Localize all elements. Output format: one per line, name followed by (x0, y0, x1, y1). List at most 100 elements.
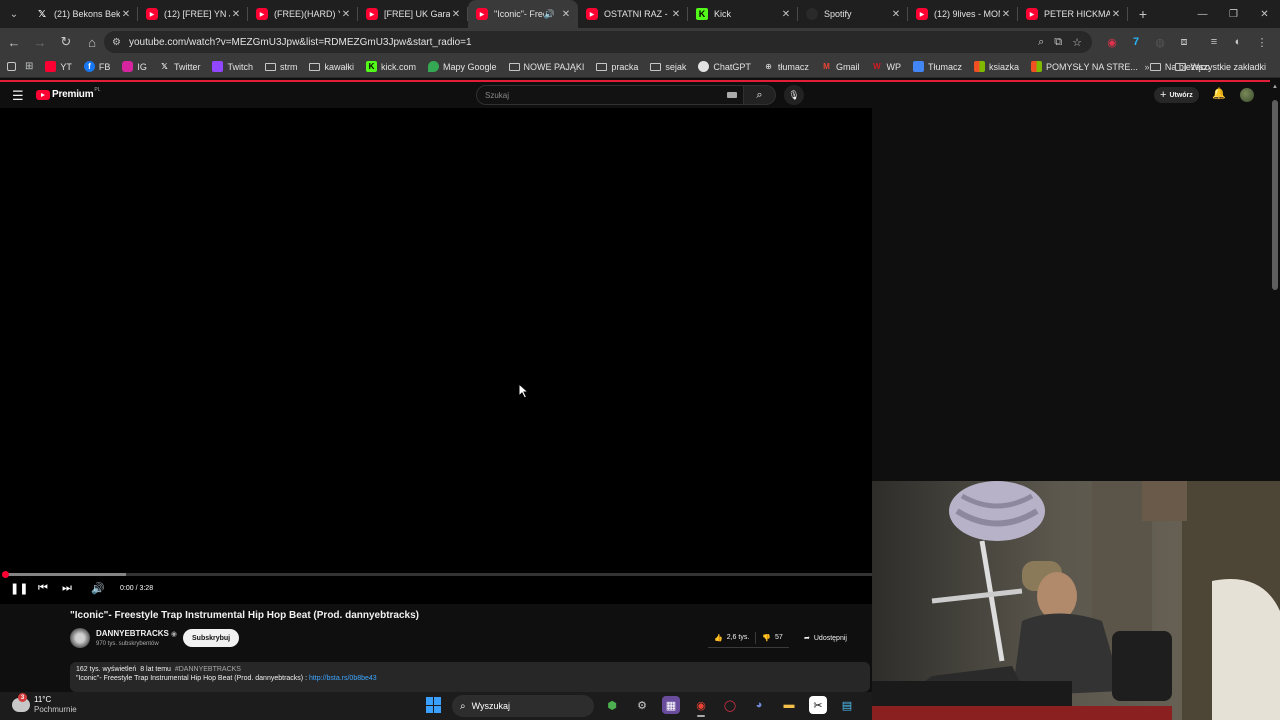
bookmark-item[interactable]: ksiazka (968, 58, 1025, 76)
home-icon[interactable]: ⌂ (80, 30, 104, 54)
opera-icon[interactable]: ◯ (721, 696, 739, 714)
extensions-puzzle-icon[interactable]: ⧈ (1172, 36, 1196, 49)
notepad-icon[interactable]: ▤ (838, 696, 856, 714)
bookmark-item[interactable]: Tłumacz (907, 58, 968, 76)
browser-tab[interactable]: ▶ (12) 9lives - MON ✕ (908, 0, 1018, 28)
share-button[interactable]: ➦ Udostępnij (798, 628, 853, 648)
app-shield-icon[interactable]: ⬢ (603, 696, 621, 714)
capcut-icon[interactable]: ✂ (809, 696, 827, 714)
bookmark-item[interactable]: YT (39, 58, 78, 76)
bookmark-item[interactable]: Mapy Google (422, 58, 503, 76)
description-link[interactable]: http://bsta.rs/0b8be43 (309, 675, 377, 682)
bookmark-star-icon[interactable]: ☆ (1072, 36, 1082, 49)
browser-tab[interactable]: ▶ PETER HICKMAN✕ (1018, 0, 1128, 28)
discord-icon[interactable]: ◕ (750, 696, 768, 714)
youtube-premium-logo[interactable]: Premium PL (36, 87, 101, 100)
tab-close-icon[interactable]: ✕ (560, 9, 572, 20)
7tv-extension-icon[interactable]: 7 (1124, 36, 1148, 48)
browser-tab[interactable]: ▶ (12) [FREE] YN Jay✕ (138, 0, 248, 28)
apps-grid-icon[interactable]: ⊞ (19, 58, 39, 76)
previous-icon[interactable]: ⏮ (38, 582, 48, 595)
subscribe-button[interactable]: Subskrybuj (183, 629, 240, 647)
address-bar[interactable]: ⚙ youtube.com/watch?v=MEZGmU3Jpw&list=RD… (104, 31, 1092, 53)
zoom-icon[interactable]: ⌕ (1038, 36, 1044, 49)
bookmark-item[interactable]: 𝕏 Twitter (153, 58, 207, 76)
channel-name[interactable]: DANNYEBTRACKS ◉ (96, 629, 177, 638)
bookmark-item[interactable]: ChatGPT (692, 58, 757, 76)
tab-close-icon[interactable]: ✕ (450, 9, 462, 20)
app-photo-icon[interactable]: ▦ (662, 696, 680, 714)
bookmark-item[interactable]: POMYSŁY NA STRE... (1025, 58, 1144, 76)
bookmark-item[interactable]: strm (259, 58, 304, 76)
bookmark-item[interactable]: ⊕ tłumacz (757, 58, 815, 76)
bookmark-item[interactable]: Twitch (206, 58, 259, 76)
minimize-icon[interactable]: — (1187, 0, 1218, 28)
forward-arrow-icon[interactable]: → (28, 30, 52, 54)
channel-avatar[interactable] (70, 628, 90, 648)
menu-hamburger-icon[interactable]: ☰ (12, 88, 24, 104)
bookmark-item[interactable]: M Gmail (815, 58, 866, 76)
profile-icon[interactable]: ◐ (1226, 36, 1250, 48)
url-text[interactable]: youtube.com/watch?v=MEZGmU3Jpw&list=RDME… (129, 37, 1038, 48)
browser-tab[interactable]: ▶ OSTATNI RAZ - Yo✕ (578, 0, 688, 28)
taskbar-search[interactable]: ⌕ Wyszukaj (452, 695, 594, 717)
extension-icon[interactable]: ◍ (1148, 36, 1172, 49)
media-controls-icon[interactable]: ≡ (1202, 36, 1226, 48)
browser-tab[interactable]: Spotify ✕ (798, 0, 908, 28)
tab-audio-icon[interactable]: 🔊 (544, 9, 555, 20)
search-input[interactable]: Szukaj (476, 85, 744, 105)
windows-start-icon[interactable] (426, 697, 442, 713)
search-button[interactable]: ⌕ (744, 85, 776, 105)
record-extension-icon[interactable]: ◉ (1100, 36, 1124, 49)
video-progress-bar[interactable] (2, 571, 872, 578)
browser-menu-icon[interactable]: ⋮ (1250, 36, 1274, 49)
bookmarks-sidebar-icon[interactable] (4, 58, 19, 76)
all-bookmarks-folder[interactable]: Wszystkie zakładki (1169, 58, 1272, 76)
keyboard-icon[interactable] (727, 92, 737, 98)
chrome-icon[interactable]: ◉ (692, 696, 710, 717)
close-window-icon[interactable]: ✕ (1249, 0, 1280, 28)
tab-search-chevron-icon[interactable]: ⌄ (3, 3, 25, 25)
site-info-icon[interactable]: ⚙ (112, 37, 121, 48)
bookmark-item[interactable]: Kkick.com (360, 58, 422, 76)
bookmark-item[interactable]: pracka (590, 58, 644, 76)
user-avatar[interactable] (1240, 88, 1254, 102)
tab-close-icon[interactable]: ✕ (120, 9, 132, 20)
description-box[interactable]: 162 tys. wyświetleń 8 lat temu #DANNYEBT… (70, 662, 870, 692)
hashtag-link[interactable]: #DANNYEBTRACKS (175, 666, 241, 673)
tab-close-icon[interactable]: ✕ (1110, 9, 1122, 20)
like-button[interactable]: 👍 2,6 tys. (708, 634, 755, 642)
bookmark-item[interactable]: kawałki (303, 58, 360, 76)
tab-close-icon[interactable]: ✕ (780, 9, 792, 20)
pause-icon[interactable]: ❚❚ (10, 582, 28, 595)
restore-icon[interactable]: ❐ (1218, 0, 1249, 28)
browser-tab[interactable]: ▶ "Iconic"- Freesty🔊 ✕ (468, 0, 578, 28)
browser-tab[interactable]: K Kick ✕ (688, 0, 798, 28)
file-explorer-icon[interactable]: ▬ (780, 696, 798, 714)
voice-search-mic-icon[interactable]: 🎙 (784, 85, 804, 105)
app-settings-icon[interactable]: ⚙ (633, 696, 651, 714)
dislike-button[interactable]: 👎 57 (756, 634, 789, 642)
next-icon[interactable]: ⏭ (62, 582, 72, 595)
bookmark-item[interactable]: sejak (644, 58, 692, 76)
tab-close-icon[interactable]: ✕ (340, 9, 352, 20)
create-button[interactable]: + Utwórz (1154, 87, 1199, 103)
tab-close-icon[interactable]: ✕ (230, 9, 242, 20)
install-app-icon[interactable]: ⧉ (1054, 36, 1062, 49)
scrollbar-thumb[interactable] (1272, 100, 1278, 290)
tab-close-icon[interactable]: ✕ (1000, 9, 1012, 20)
scroll-up-arrow-icon[interactable]: ▲ (1272, 84, 1278, 90)
bookmark-item[interactable]: NOWE PAJĄKI (503, 58, 591, 76)
reload-icon[interactable]: ↻ (54, 30, 78, 54)
notifications-bell-icon[interactable]: 🔔 (1212, 87, 1226, 100)
bookmark-item[interactable]: IG (116, 58, 153, 76)
scrubber-handle[interactable] (2, 571, 9, 578)
browser-tab[interactable]: ▶ (FREE)(HARD) Yeat✕ (248, 0, 358, 28)
tab-close-icon[interactable]: ✕ (670, 9, 682, 20)
weather-widget[interactable]: 3 11°C Pochmurnie (12, 693, 77, 715)
new-tab-button[interactable]: + (1132, 6, 1154, 22)
more-bookmarks-chevron-icon[interactable]: » (1138, 58, 1155, 76)
back-arrow-icon[interactable]: ← (2, 30, 26, 54)
video-player[interactable] (0, 108, 872, 604)
bookmark-item[interactable]: W WP (865, 58, 907, 76)
